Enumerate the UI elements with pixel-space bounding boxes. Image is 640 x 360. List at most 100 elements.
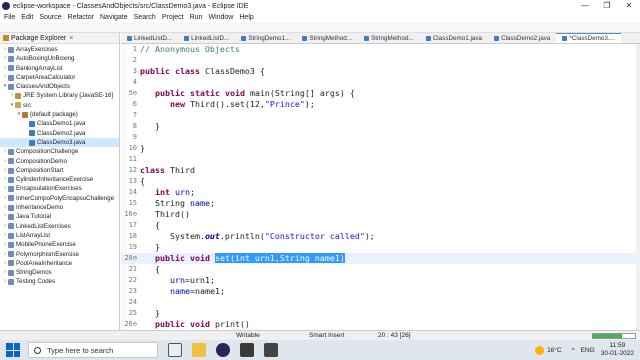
clock-time: 11:59 — [609, 342, 626, 349]
app-taskbar-icon[interactable] — [240, 343, 254, 357]
code-line: 13{ — [121, 176, 636, 187]
code-token: name — [189, 198, 210, 208]
minimize-button[interactable]: — — [574, 0, 596, 12]
tray-arrow-icon[interactable]: ^ — [572, 347, 575, 354]
status-insert-mode: Smart Insert — [309, 332, 345, 339]
code-token: urn — [175, 187, 190, 197]
editor-tab[interactable]: LinkedListD... — [178, 33, 235, 43]
editor-tab[interactable]: *ClassDemo3.... — [556, 33, 621, 43]
windows-start-icon[interactable] — [6, 343, 20, 357]
menu-file[interactable]: File — [4, 14, 15, 21]
code-token: } — [140, 308, 160, 318]
code-token: void — [189, 253, 210, 263]
window-title: eclipse-workspace - ClassesAndObjects/sr… — [13, 2, 249, 10]
line-number: 7 — [132, 111, 137, 119]
menu-window[interactable]: Window — [208, 14, 233, 21]
editor-tab[interactable]: ClassDemo2.java — [488, 33, 556, 43]
menu-help[interactable]: Help — [239, 14, 253, 21]
tree-item[interactable]: › CylinderInheritanceExercise — [0, 175, 119, 184]
java-file-icon — [29, 139, 35, 146]
weather-icon[interactable] — [535, 345, 545, 355]
project-icon — [8, 223, 14, 230]
tree-item-label: PoolAreaInheritance — [16, 259, 73, 267]
source-folder-icon — [15, 102, 21, 109]
menu-search[interactable]: Search — [134, 14, 156, 21]
tree-item[interactable]: › CompositionStart — [0, 166, 119, 175]
tab-label: StringMethod... — [309, 34, 353, 42]
line-number: 10 — [128, 144, 137, 152]
editor-tab[interactable]: StringMethod... — [358, 33, 420, 43]
tree-item[interactable]: › ArrayExercises — [0, 45, 119, 54]
taskbar-search-input[interactable]: Type here to search — [28, 342, 158, 358]
tree-item[interactable]: › EncapsulationExercises — [0, 184, 119, 193]
tree-item[interactable]: › PoolAreaInheritance — [0, 259, 119, 268]
code-token: Third().set(12, — [184, 99, 265, 109]
tree-item[interactable]: ClassDemo2.java — [0, 129, 119, 138]
line-number: 20⊖ — [124, 254, 137, 262]
tree-item[interactable]: › CompositionChallenge — [0, 147, 119, 156]
tree-item[interactable]: › StringDemos — [0, 268, 119, 277]
code-token: { — [140, 176, 145, 186]
tree-item[interactable]: › AutoBoxingUnBoxing — [0, 54, 119, 63]
editor-tab[interactable]: ClassDemo1.java — [420, 33, 488, 43]
tree-item[interactable]: ClassDemo3.java — [0, 137, 119, 148]
editor-tab[interactable]: StringMethod... — [296, 33, 358, 43]
project-icon — [8, 167, 14, 174]
code-line: 12 class Third — [121, 165, 636, 176]
project-icon — [8, 158, 14, 165]
editor-tab[interactable]: StringDemo1... — [235, 33, 296, 43]
tree-item[interactable]: ▾ ClassesAndObjects — [0, 82, 119, 91]
tree-item[interactable]: › MobilePhoneExercise — [0, 240, 119, 249]
video-app-icon[interactable] — [264, 343, 278, 357]
menu-refactor[interactable]: Refactor — [68, 14, 94, 21]
code-token: name — [169, 286, 190, 296]
tree-item[interactable]: › LinkedListExercises — [0, 222, 119, 231]
file-explorer-icon[interactable] — [192, 343, 206, 357]
menu-project[interactable]: Project — [162, 14, 184, 21]
tree-item[interactable]: › Java Tutorial — [0, 212, 119, 221]
search-placeholder: Type here to search — [47, 345, 114, 355]
tree-item[interactable]: › CompositionDemo — [0, 157, 119, 166]
code-line: 4 — [121, 77, 636, 88]
tree-item[interactable]: › PolymorphismExercise — [0, 250, 119, 259]
menu-source[interactable]: Source — [39, 14, 61, 21]
project-tree: › ArrayExercises › AutoBoxingUnBoxing › Banki… — [0, 44, 119, 287]
task-view-icon[interactable] — [168, 343, 182, 357]
menu-run[interactable]: Run — [190, 14, 203, 21]
system-tray: 16°C ^ ENG 11:59 30-01-2022 — [535, 342, 634, 358]
tree-item-label: (default package) — [30, 111, 78, 119]
tree-item[interactable]: ▾ (default package) — [0, 110, 119, 119]
tab-label: StringDemo1... — [248, 34, 291, 42]
tree-item[interactable]: › CarpetAreaCalculator — [0, 73, 119, 82]
menu-navigate[interactable]: Navigate — [100, 14, 128, 21]
code-token: static — [189, 88, 220, 98]
clock[interactable]: 11:59 30-01-2022 — [601, 342, 634, 358]
menu-edit[interactable]: Edit — [21, 14, 33, 21]
tree-item[interactable]: › BankingArrayList — [0, 64, 119, 73]
code-token: void — [224, 88, 245, 98]
tree-item[interactable]: › Testing Codes — [0, 277, 119, 286]
tree-item[interactable]: › ListArrayList — [0, 231, 119, 240]
close-button[interactable]: ✕ — [618, 0, 640, 12]
tree-item[interactable]: › JRE System Library [JavaSE-16] — [0, 91, 119, 100]
tree-item[interactable]: › InherCompoPolyEncapsuChallenge — [0, 194, 119, 203]
tree-item[interactable]: ClassDemo1.java — [0, 119, 119, 128]
line-number: 1 — [132, 45, 137, 53]
maximize-button[interactable]: ❐ — [596, 0, 618, 12]
tree-item-label: LinkedListExercises — [16, 222, 71, 230]
tree-item-label: ClassDemo3.java — [37, 138, 86, 146]
code-editor[interactable]: 1// Anonymous Objects 2 3 public class Clas… — [121, 44, 636, 330]
language-indicator[interactable]: ENG — [581, 347, 595, 354]
editor-scrollbar[interactable] — [636, 44, 640, 330]
tree-item[interactable]: ▾ src — [0, 101, 119, 110]
package-icon — [22, 111, 28, 118]
tree-item[interactable]: › InheritanceDemo — [0, 203, 119, 212]
package-explorer-header: Package Explorer × — [0, 33, 119, 44]
status-bar: Writable Smart Insert 20 : 43 [26] — [0, 330, 640, 340]
close-view-icon[interactable]: × — [69, 35, 73, 42]
editor-tab[interactable]: LinkedListD... — [121, 33, 178, 43]
code-token: "Prince" — [264, 99, 305, 109]
line-number: 3 — [132, 67, 137, 75]
tree-item-label: AutoBoxingUnBoxing — [16, 55, 75, 63]
eclipse-taskbar-icon[interactable] — [216, 343, 230, 357]
